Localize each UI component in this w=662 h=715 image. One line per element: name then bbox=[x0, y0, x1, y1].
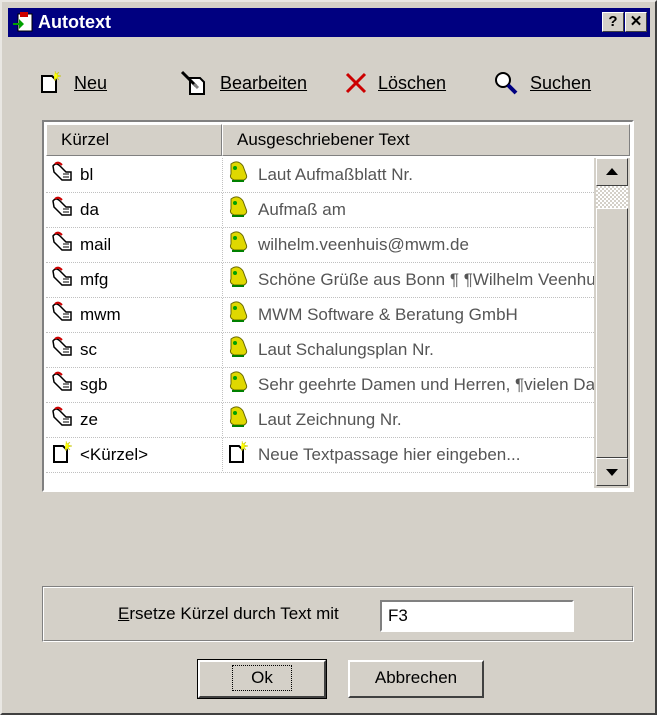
arrow-down-icon bbox=[606, 469, 618, 476]
list-item[interactable]: mail wilhelm.veenhuis@mwm.de bbox=[46, 228, 596, 263]
expansion-text: wilhelm.veenhuis@mwm.de bbox=[258, 234, 469, 254]
hand-icon bbox=[50, 195, 74, 224]
bell-icon bbox=[226, 300, 250, 329]
new-doc-icon bbox=[41, 70, 62, 93]
text-cell[interactable]: Schöne Grüße aus Bonn ¶ ¶Wilhelm Veenhui… bbox=[224, 263, 604, 296]
column-header-shortcut[interactable]: Kürzel bbox=[46, 124, 222, 156]
shortcut-text: <Kürzel> bbox=[80, 444, 149, 464]
expansion-text: Sehr geehrte Damen und Herren, ¶vielen D… bbox=[258, 374, 604, 394]
expansion-text: Neue Textpassage hier eingeben... bbox=[258, 444, 521, 464]
list-item[interactable]: sc Laut Schalungsplan Nr. bbox=[46, 333, 596, 368]
shortcut-text: sgb bbox=[80, 374, 108, 394]
shortcut-text: mfg bbox=[80, 269, 109, 289]
list-item[interactable]: mfg Schöne Grüße aus Bonn ¶ ¶Wilhelm Veen… bbox=[46, 263, 604, 298]
ok-button[interactable]: Ok bbox=[197, 659, 327, 699]
expansion-text: Laut Aufmaßblatt Nr. bbox=[258, 164, 413, 184]
bell-icon bbox=[226, 160, 250, 189]
hotkey-label: Ersetze Kürzel durch Text mit bbox=[118, 604, 339, 623]
autotext-dialog: Autotext ? ✕ Neu Bearbeiten Löschen Such… bbox=[0, 0, 657, 715]
title-bar: Autotext ? ✕ bbox=[8, 8, 650, 37]
delete-label: Löschen bbox=[378, 72, 447, 93]
bell-icon bbox=[226, 405, 250, 434]
new-doc-icon bbox=[226, 440, 250, 469]
column-header-text[interactable]: Ausgeschriebener Text bbox=[222, 124, 630, 156]
ok-label: Ok bbox=[232, 665, 292, 691]
search-icon bbox=[495, 72, 518, 95]
bell-icon bbox=[226, 195, 250, 224]
text-cell[interactable]: Aufmaß am bbox=[224, 193, 604, 226]
vertical-scrollbar[interactable] bbox=[594, 158, 630, 488]
scroll-track[interactable] bbox=[596, 186, 628, 458]
window-title: Autotext bbox=[38, 12, 111, 32]
shortcut-text: mwm bbox=[80, 304, 121, 324]
list-rows: bl Laut Aufmaßblatt Nr. da Aufmaß am mail wil… bbox=[46, 158, 604, 473]
search-label: Suchen bbox=[530, 72, 592, 93]
shortcut-cell[interactable]: <Kürzel> bbox=[46, 438, 223, 471]
shortcut-text: ze bbox=[80, 409, 98, 429]
hand-icon bbox=[50, 265, 74, 294]
expansion-text: Aufmaß am bbox=[258, 199, 346, 219]
new-label: Neu bbox=[74, 72, 108, 93]
expansion-text: MWM Software & Beratung GmbH bbox=[258, 304, 518, 324]
close-button[interactable]: ✕ bbox=[625, 12, 647, 32]
arrow-up-icon bbox=[606, 168, 618, 175]
shortcut-text: mail bbox=[80, 234, 112, 254]
bell-icon bbox=[226, 265, 250, 294]
text-cell[interactable]: Laut Schalungsplan Nr. bbox=[224, 333, 604, 366]
hand-icon bbox=[50, 160, 74, 189]
scroll-thumb[interactable] bbox=[596, 208, 628, 458]
hand-icon bbox=[50, 300, 74, 329]
scroll-up-button[interactable] bbox=[596, 158, 628, 186]
hand-icon bbox=[50, 405, 74, 434]
list-item[interactable]: da Aufmaß am bbox=[46, 193, 596, 228]
text-cell[interactable]: MWM Software & Beratung GmbH bbox=[224, 298, 604, 331]
shortcut-text: bl bbox=[80, 164, 94, 184]
shortcut-cell[interactable]: mail bbox=[46, 228, 223, 261]
autotext-app-icon bbox=[13, 12, 33, 32]
list-item[interactable]: sgb Sehr geehrte Damen und Herren, ¶viele… bbox=[46, 368, 604, 403]
shortcut-cell[interactable]: sc bbox=[46, 333, 223, 366]
hand-icon bbox=[50, 335, 74, 364]
scroll-track-area[interactable] bbox=[596, 186, 628, 208]
bell-icon bbox=[226, 230, 250, 259]
autotext-list[interactable]: Kürzel Ausgeschriebener Text bl Laut Aufm… bbox=[42, 120, 634, 492]
new-doc-icon bbox=[50, 440, 74, 469]
bell-icon bbox=[226, 370, 250, 399]
scroll-down-button[interactable] bbox=[596, 458, 628, 486]
edit-button[interactable]: Bearbeiten bbox=[180, 65, 307, 101]
list-item[interactable]: bl Laut Aufmaßblatt Nr. bbox=[46, 158, 596, 193]
new-button[interactable]: Neu bbox=[38, 65, 107, 101]
shortcut-cell[interactable]: sgb bbox=[46, 368, 223, 401]
bell-icon bbox=[226, 335, 250, 364]
hand-icon bbox=[50, 370, 74, 399]
shortcut-text: da bbox=[80, 199, 99, 219]
text-cell[interactable]: wilhelm.veenhuis@mwm.de bbox=[224, 228, 604, 261]
text-cell[interactable]: Laut Aufmaßblatt Nr. bbox=[224, 158, 604, 191]
edit-label: Bearbeiten bbox=[220, 72, 308, 93]
shortcut-cell[interactable]: mfg bbox=[46, 263, 223, 296]
hotkey-input[interactable] bbox=[380, 600, 574, 632]
delete-x-icon bbox=[345, 72, 367, 94]
text-cell[interactable]: Sehr geehrte Damen und Herren, ¶vielen D… bbox=[224, 368, 604, 401]
search-button[interactable]: Suchen bbox=[492, 65, 591, 101]
text-cell[interactable]: Neue Textpassage hier eingeben... bbox=[224, 438, 604, 471]
shortcut-text: sc bbox=[80, 339, 97, 359]
text-cell[interactable]: Laut Zeichnung Nr. bbox=[224, 403, 604, 436]
list-item[interactable]: <Kürzel> Neue Textpassage hier eingeben..… bbox=[46, 438, 596, 473]
edit-doc-icon bbox=[180, 70, 205, 95]
cancel-button[interactable]: Abbrechen bbox=[348, 660, 484, 698]
cancel-label: Abbrechen bbox=[374, 668, 458, 687]
delete-button[interactable]: Löschen bbox=[344, 65, 446, 101]
shortcut-cell[interactable]: da bbox=[46, 193, 223, 226]
list-item[interactable]: ze Laut Zeichnung Nr. bbox=[46, 403, 596, 438]
hand-icon bbox=[50, 230, 74, 259]
expansion-text: Laut Zeichnung Nr. bbox=[258, 409, 402, 429]
help-button[interactable]: ? bbox=[602, 12, 624, 32]
expansion-text: Laut Schalungsplan Nr. bbox=[258, 339, 434, 359]
expansion-text: Schöne Grüße aus Bonn ¶ ¶Wilhelm Veenhui… bbox=[258, 269, 604, 289]
shortcut-cell[interactable]: ze bbox=[46, 403, 223, 436]
list-item[interactable]: mwm MWM Software & Beratung GmbH bbox=[46, 298, 596, 333]
shortcut-cell[interactable]: bl bbox=[46, 158, 223, 191]
shortcut-cell[interactable]: mwm bbox=[46, 298, 223, 331]
